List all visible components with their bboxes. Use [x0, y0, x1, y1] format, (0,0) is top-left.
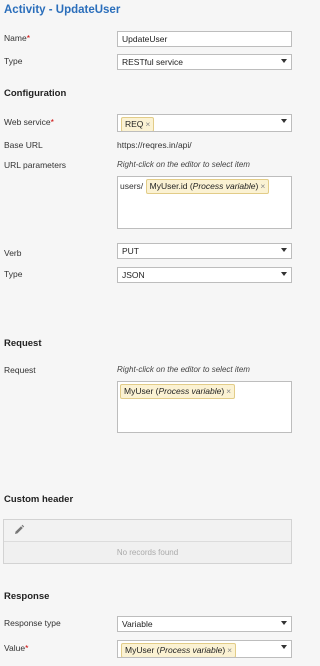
url-parameters-label: URL parameters: [4, 160, 67, 170]
name-field[interactable]: UpdateUser: [117, 31, 292, 47]
remove-token-icon[interactable]: ×: [260, 181, 265, 191]
verb-label: Verb: [4, 248, 22, 258]
chevron-down-icon: [281, 645, 287, 649]
request-token: MyUser (Process variable) ×: [120, 384, 236, 399]
configuration-heading: Configuration: [4, 88, 67, 99]
url-prefix-text: users/: [120, 181, 144, 191]
verb-select[interactable]: PUT: [117, 243, 292, 259]
chevron-down-icon: [281, 272, 287, 276]
verb-select-value: PUT: [122, 246, 139, 256]
chevron-down-icon: [281, 59, 287, 63]
type-select[interactable]: RESTful service: [117, 54, 292, 70]
pencil-icon[interactable]: [13, 524, 25, 536]
page-title: Activity - UpdateUser: [4, 4, 121, 16]
remove-token-icon[interactable]: ×: [227, 645, 232, 655]
request-hint: Right-click on the editor to select item: [117, 365, 250, 374]
remove-token-icon[interactable]: ×: [145, 119, 150, 129]
request-heading: Request: [4, 338, 42, 349]
type-label: Type: [4, 56, 23, 66]
content-type-select[interactable]: JSON: [117, 267, 292, 283]
request-editor[interactable]: MyUser (Process variable) ×: [117, 381, 292, 433]
chevron-down-icon: [281, 119, 287, 123]
type-select-value: RESTful service: [122, 57, 183, 67]
url-parameter-token: MyUser.id (Process variable) ×: [145, 179, 270, 194]
name-label: Name*: [4, 33, 30, 43]
grid-toolbar: [4, 520, 291, 542]
web-service-label: Web service*: [4, 117, 54, 127]
remove-token-icon[interactable]: ×: [226, 386, 231, 396]
base-url-label: Base URL: [4, 140, 43, 150]
chevron-down-icon: [281, 248, 287, 252]
grid-empty-text: No records found: [116, 548, 179, 557]
response-heading: Response: [4, 591, 50, 602]
base-url-value: https://reqres.in/api/: [117, 140, 192, 150]
custom-header-heading: Custom header: [4, 494, 74, 505]
response-type-select[interactable]: Variable: [117, 616, 292, 632]
web-service-select[interactable]: REQ ×: [117, 114, 292, 132]
response-type-select-value: Variable: [122, 619, 153, 629]
chevron-down-icon: [281, 621, 287, 625]
web-service-token: REQ ×: [121, 117, 155, 131]
content-type-select-value: JSON: [122, 270, 145, 280]
required-mark: *: [26, 33, 30, 43]
response-type-label: Response type: [4, 618, 61, 628]
url-parameters-hint: Right-click on the editor to select item: [117, 160, 250, 169]
required-mark: *: [50, 117, 54, 127]
value-select[interactable]: MyUser (Process variable) ×: [117, 640, 292, 658]
request-label: Request: [4, 365, 36, 375]
custom-header-grid: No records found: [3, 519, 292, 564]
url-parameters-editor[interactable]: users/ MyUser.id (Process variable) ×: [117, 176, 292, 229]
value-token: MyUser (Process variable) ×: [121, 643, 237, 657]
required-mark: *: [25, 643, 29, 653]
value-label: Value*: [4, 643, 29, 653]
content-type-label: Type: [4, 269, 23, 279]
